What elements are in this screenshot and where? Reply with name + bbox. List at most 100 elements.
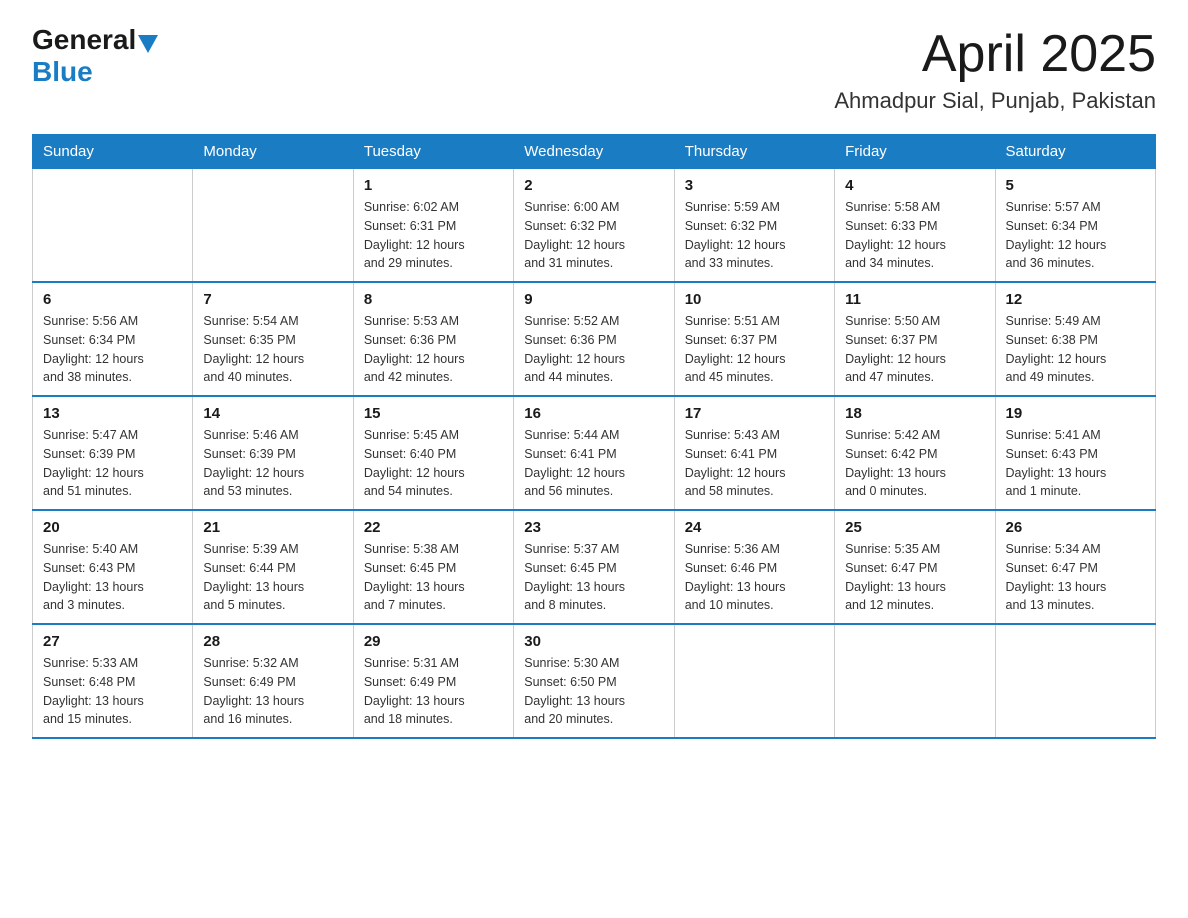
day-number: 15 <box>364 405 503 422</box>
weekday-header-tuesday: Tuesday <box>353 135 513 169</box>
weekday-header-friday: Friday <box>835 135 995 169</box>
day-number: 9 <box>524 291 663 308</box>
day-number: 27 <box>43 633 182 650</box>
day-info: Sunrise: 5:51 AMSunset: 6:37 PMDaylight:… <box>685 312 824 387</box>
day-info: Sunrise: 6:02 AMSunset: 6:31 PMDaylight:… <box>364 198 503 273</box>
day-info: Sunrise: 5:43 AMSunset: 6:41 PMDaylight:… <box>685 426 824 501</box>
logo-blue-text: Blue <box>32 56 93 88</box>
day-info: Sunrise: 5:49 AMSunset: 6:38 PMDaylight:… <box>1006 312 1145 387</box>
weekday-header-thursday: Thursday <box>674 135 834 169</box>
calendar-body: 1Sunrise: 6:02 AMSunset: 6:31 PMDaylight… <box>33 169 1156 739</box>
day-number: 13 <box>43 405 182 422</box>
day-info: Sunrise: 5:52 AMSunset: 6:36 PMDaylight:… <box>524 312 663 387</box>
day-number: 25 <box>845 519 984 536</box>
calendar-cell: 25 Sunrise: 5:35 AMSunset: 6:47 PMDayligh… <box>835 510 995 624</box>
logo-general-text: General <box>32 24 136 56</box>
page-header: General Blue April 2025 Ahmadpur Sial, P… <box>32 24 1156 114</box>
day-number: 7 <box>203 291 342 308</box>
day-number: 14 <box>203 405 342 422</box>
day-info: Sunrise: 5:36 AMSunset: 6:46 PMDaylight:… <box>685 540 824 615</box>
main-title: April 2025 <box>834 24 1156 84</box>
calendar-cell: 2 Sunrise: 6:00 AMSunset: 6:32 PMDaylight… <box>514 169 674 283</box>
calendar-week-3: 13 Sunrise: 5:47 AMSunset: 6:39 PMDayligh… <box>33 396 1156 510</box>
day-info: Sunrise: 5:44 AMSunset: 6:41 PMDaylight:… <box>524 426 663 501</box>
calendar-cell: 21 Sunrise: 5:39 AMSunset: 6:44 PMDayligh… <box>193 510 353 624</box>
logo-triangle-icon <box>138 35 158 53</box>
day-number: 23 <box>524 519 663 536</box>
day-info: Sunrise: 5:57 AMSunset: 6:34 PMDaylight:… <box>1006 198 1145 273</box>
day-number: 6 <box>43 291 182 308</box>
day-number: 21 <box>203 519 342 536</box>
day-info: Sunrise: 5:45 AMSunset: 6:40 PMDaylight:… <box>364 426 503 501</box>
calendar-week-2: 6 Sunrise: 5:56 AMSunset: 6:34 PMDaylight… <box>33 282 1156 396</box>
calendar-week-1: 1Sunrise: 6:02 AMSunset: 6:31 PMDaylight… <box>33 169 1156 283</box>
day-info: Sunrise: 5:35 AMSunset: 6:47 PMDaylight:… <box>845 540 984 615</box>
title-section: April 2025 Ahmadpur Sial, Punjab, Pakist… <box>834 24 1156 114</box>
calendar-cell <box>193 169 353 283</box>
calendar-cell: 28Sunrise: 5:32 AMSunset: 6:49 PMDayligh… <box>193 624 353 738</box>
day-number: 30 <box>524 633 663 650</box>
day-info: Sunrise: 5:53 AMSunset: 6:36 PMDaylight:… <box>364 312 503 387</box>
calendar-cell: 12 Sunrise: 5:49 AMSunset: 6:38 PMDayligh… <box>995 282 1155 396</box>
day-info: Sunrise: 6:00 AMSunset: 6:32 PMDaylight:… <box>524 198 663 273</box>
calendar-cell: 16 Sunrise: 5:44 AMSunset: 6:41 PMDayligh… <box>514 396 674 510</box>
weekday-header-row: SundayMondayTuesdayWednesdayThursdayFrid… <box>33 135 1156 169</box>
day-info: Sunrise: 5:38 AMSunset: 6:45 PMDaylight:… <box>364 540 503 615</box>
calendar-cell: 13 Sunrise: 5:47 AMSunset: 6:39 PMDayligh… <box>33 396 193 510</box>
day-info: Sunrise: 5:42 AMSunset: 6:42 PMDaylight:… <box>845 426 984 501</box>
day-number: 16 <box>524 405 663 422</box>
day-info: Sunrise: 5:58 AMSunset: 6:33 PMDaylight:… <box>845 198 984 273</box>
calendar-cell: 22Sunrise: 5:38 AMSunset: 6:45 PMDayligh… <box>353 510 513 624</box>
calendar-cell: 30 Sunrise: 5:30 AMSunset: 6:50 PMDayligh… <box>514 624 674 738</box>
day-info: Sunrise: 5:56 AMSunset: 6:34 PMDaylight:… <box>43 312 182 387</box>
day-number: 20 <box>43 519 182 536</box>
day-info: Sunrise: 5:50 AMSunset: 6:37 PMDaylight:… <box>845 312 984 387</box>
day-info: Sunrise: 5:32 AMSunset: 6:49 PMDaylight:… <box>203 654 342 729</box>
day-number: 2 <box>524 177 663 194</box>
calendar-cell: 17 Sunrise: 5:43 AMSunset: 6:41 PMDayligh… <box>674 396 834 510</box>
calendar-cell: 6 Sunrise: 5:56 AMSunset: 6:34 PMDaylight… <box>33 282 193 396</box>
calendar-cell: 15 Sunrise: 5:45 AMSunset: 6:40 PMDayligh… <box>353 396 513 510</box>
calendar-cell <box>995 624 1155 738</box>
day-number: 26 <box>1006 519 1145 536</box>
calendar-cell: 19 Sunrise: 5:41 AMSunset: 6:43 PMDayligh… <box>995 396 1155 510</box>
calendar-week-4: 20 Sunrise: 5:40 AMSunset: 6:43 PMDayligh… <box>33 510 1156 624</box>
day-info: Sunrise: 5:33 AMSunset: 6:48 PMDaylight:… <box>43 654 182 729</box>
calendar-cell: 9 Sunrise: 5:52 AMSunset: 6:36 PMDaylight… <box>514 282 674 396</box>
calendar-table: SundayMondayTuesdayWednesdayThursdayFrid… <box>32 134 1156 739</box>
logo: General Blue <box>32 24 160 88</box>
day-number: 3 <box>685 177 824 194</box>
calendar-cell: 3 Sunrise: 5:59 AMSunset: 6:32 PMDaylight… <box>674 169 834 283</box>
day-info: Sunrise: 5:39 AMSunset: 6:44 PMDaylight:… <box>203 540 342 615</box>
day-number: 4 <box>845 177 984 194</box>
day-number: 19 <box>1006 405 1145 422</box>
day-info: Sunrise: 5:40 AMSunset: 6:43 PMDaylight:… <box>43 540 182 615</box>
day-number: 12 <box>1006 291 1145 308</box>
day-info: Sunrise: 5:41 AMSunset: 6:43 PMDaylight:… <box>1006 426 1145 501</box>
weekday-header-saturday: Saturday <box>995 135 1155 169</box>
day-info: Sunrise: 5:47 AMSunset: 6:39 PMDaylight:… <box>43 426 182 501</box>
calendar-cell: 5Sunrise: 5:57 AMSunset: 6:34 PMDaylight… <box>995 169 1155 283</box>
calendar-cell: 8 Sunrise: 5:53 AMSunset: 6:36 PMDaylight… <box>353 282 513 396</box>
calendar-week-5: 27 Sunrise: 5:33 AMSunset: 6:48 PMDayligh… <box>33 624 1156 738</box>
day-number: 29 <box>364 633 503 650</box>
day-info: Sunrise: 5:30 AMSunset: 6:50 PMDaylight:… <box>524 654 663 729</box>
calendar-cell: 11Sunrise: 5:50 AMSunset: 6:37 PMDayligh… <box>835 282 995 396</box>
calendar-cell: 7Sunrise: 5:54 AMSunset: 6:35 PMDaylight… <box>193 282 353 396</box>
day-info: Sunrise: 5:37 AMSunset: 6:45 PMDaylight:… <box>524 540 663 615</box>
day-number: 10 <box>685 291 824 308</box>
day-info: Sunrise: 5:59 AMSunset: 6:32 PMDaylight:… <box>685 198 824 273</box>
weekday-header-wednesday: Wednesday <box>514 135 674 169</box>
calendar-cell <box>33 169 193 283</box>
day-info: Sunrise: 5:46 AMSunset: 6:39 PMDaylight:… <box>203 426 342 501</box>
day-number: 17 <box>685 405 824 422</box>
calendar-cell: 24 Sunrise: 5:36 AMSunset: 6:46 PMDayligh… <box>674 510 834 624</box>
calendar-cell: 4 Sunrise: 5:58 AMSunset: 6:33 PMDaylight… <box>835 169 995 283</box>
calendar-cell: 27 Sunrise: 5:33 AMSunset: 6:48 PMDayligh… <box>33 624 193 738</box>
day-number: 8 <box>364 291 503 308</box>
day-number: 24 <box>685 519 824 536</box>
calendar-cell: 26Sunrise: 5:34 AMSunset: 6:47 PMDayligh… <box>995 510 1155 624</box>
calendar-cell: 10 Sunrise: 5:51 AMSunset: 6:37 PMDayligh… <box>674 282 834 396</box>
calendar-cell: 1Sunrise: 6:02 AMSunset: 6:31 PMDaylight… <box>353 169 513 283</box>
logo-text: General <box>32 24 160 56</box>
